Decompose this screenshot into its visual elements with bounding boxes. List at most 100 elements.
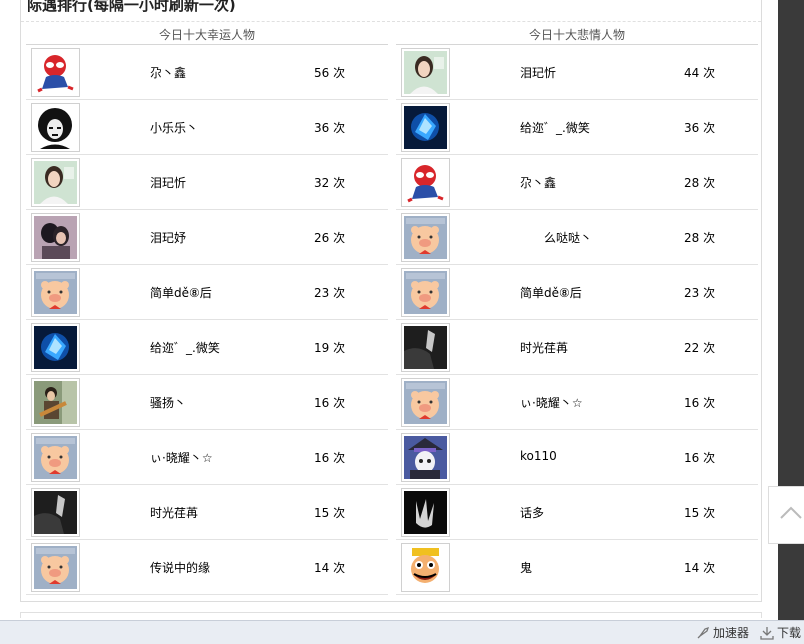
- list-item: ぃ·晓耀丶☆ 16 次: [396, 375, 758, 430]
- encounter-count: 14 次: [314, 561, 346, 575]
- user-name-link[interactable]: 简单dě⑧后: [520, 284, 582, 301]
- encounter-count: 22 次: [684, 341, 716, 355]
- guitar-boy-avatar-icon-image: [34, 381, 77, 424]
- sad-column: 今日十大悲情人物 泪玘忻 44 次给迩゛_.微笑 36 次尕丶鑫 28 次么哒哒丶 28…: [396, 25, 758, 595]
- encounter-count: 15 次: [684, 506, 716, 520]
- cartoon-pig-avatar-icon[interactable]: [31, 433, 80, 482]
- accelerator-label: 加速器: [713, 626, 750, 640]
- ranking-panel: 际遇排行(每隔一小时刷新一次) 今日十大幸运人物 尕丶鑫 56 次小乐乐丶 36 次…: [20, 0, 762, 602]
- girl-photo-avatar-icon[interactable]: [401, 48, 450, 97]
- user-name-link[interactable]: 小乐乐丶: [150, 119, 198, 136]
- dark-photo-avatar-icon[interactable]: [401, 323, 450, 372]
- encounter-count: 36 次: [684, 121, 716, 135]
- user-name-link[interactable]: 话多: [520, 504, 544, 521]
- user-name-link[interactable]: 么哒哒丶: [544, 229, 592, 246]
- list-item: 传说中的缘 14 次: [26, 540, 388, 595]
- anime-hat-avatar-icon[interactable]: [401, 433, 450, 482]
- user-name-link[interactable]: 传说中的缘: [150, 559, 210, 576]
- dark-photo-avatar-icon-image: [404, 326, 447, 369]
- encounter-count: 19 次: [314, 341, 346, 355]
- list-item: 尕丶鑫 28 次: [396, 155, 758, 210]
- couple-photo-avatar-icon-image: [34, 216, 77, 259]
- cartoon-face-avatar-icon[interactable]: [401, 543, 450, 592]
- cartoon-pig-avatar-icon[interactable]: [401, 268, 450, 317]
- browser-statusbar: 加速器 下载: [0, 620, 804, 644]
- guitar-boy-avatar-icon[interactable]: [31, 378, 80, 427]
- user-name-link[interactable]: 鬼: [520, 559, 532, 576]
- list-item: ぃ·晓耀丶☆ 16 次: [26, 430, 388, 485]
- list-item: 鬼 14 次: [396, 540, 758, 595]
- blue-crystal-avatar-icon[interactable]: [31, 323, 80, 372]
- user-name-link[interactable]: 给迩゛_.微笑: [150, 339, 220, 356]
- page-title: 际遇排行(每隔一小时刷新一次): [27, 0, 236, 14]
- encounter-count: 23 次: [684, 286, 716, 300]
- cartoon-pig-avatar-icon-image: [34, 546, 77, 589]
- list-item: 骚扬丶 16 次: [26, 375, 388, 430]
- sad-header: 今日十大悲情人物: [396, 25, 758, 45]
- next-panel-edge: [20, 612, 762, 618]
- user-name-link[interactable]: 时光荏苒: [150, 504, 198, 521]
- user-name-link[interactable]: 泪玘忻: [520, 64, 556, 81]
- couple-photo-avatar-icon[interactable]: [31, 213, 80, 262]
- user-name-link[interactable]: 泪玘妤: [150, 229, 186, 246]
- cartoon-pig-avatar-icon[interactable]: [401, 213, 450, 262]
- user-name-link[interactable]: 时光荏苒: [520, 339, 568, 356]
- encounter-count: 36 次: [314, 121, 346, 135]
- cartoon-pig-avatar-icon[interactable]: [401, 378, 450, 427]
- user-name-link[interactable]: ko110: [520, 449, 557, 463]
- user-name-link[interactable]: 尕丶鑫: [520, 174, 556, 191]
- list-item: 给迩゛_.微笑 36 次: [396, 100, 758, 155]
- lucky-list: 尕丶鑫 56 次小乐乐丶 36 次泪玘忻 32 次泪玘妤 26 次简单dě⑧后 23 次给…: [26, 45, 388, 595]
- dark-photo-avatar-icon[interactable]: [31, 488, 80, 537]
- sad-list: 泪玘忻 44 次给迩゛_.微笑 36 次尕丶鑫 28 次么哒哒丶 28 次简单dě⑧后 2…: [396, 45, 758, 595]
- anime-hat-avatar-icon-image: [404, 436, 447, 479]
- list-item: 泪玘忻 44 次: [396, 45, 758, 100]
- lucky-column: 今日十大幸运人物 尕丶鑫 56 次小乐乐丶 36 次泪玘忻 32 次泪玘妤 26 次简单…: [26, 25, 388, 595]
- encounter-count: 16 次: [684, 396, 716, 410]
- cartoon-pig-avatar-icon[interactable]: [31, 268, 80, 317]
- page: 际遇排行(每隔一小时刷新一次) 今日十大幸运人物 尕丶鑫 56 次小乐乐丶 36 次…: [0, 0, 804, 644]
- encounter-count: 15 次: [314, 506, 346, 520]
- user-name-link[interactable]: 骚扬丶: [150, 394, 186, 411]
- list-item: 尕丶鑫 56 次: [26, 45, 388, 100]
- user-name-link[interactable]: 泪玘忻: [150, 174, 186, 191]
- cartoon-pig-avatar-icon[interactable]: [31, 543, 80, 592]
- encounter-count: 14 次: [684, 561, 716, 575]
- dark-hand-avatar-icon-image: [404, 491, 447, 534]
- afro-portrait-avatar-icon[interactable]: [31, 103, 80, 152]
- girl-photo-avatar-icon-image: [404, 51, 447, 94]
- user-name-link[interactable]: 尕丶鑫: [150, 64, 186, 81]
- list-item: ko110 16 次: [396, 430, 758, 485]
- title-divider: [21, 21, 761, 22]
- user-name-link[interactable]: 给迩゛_.微笑: [520, 119, 590, 136]
- afro-portrait-avatar-icon-image: [34, 106, 77, 149]
- encounter-count: 28 次: [684, 176, 716, 190]
- accelerator-button[interactable]: 加速器: [696, 624, 749, 641]
- cartoon-pig-avatar-icon-image: [34, 436, 77, 479]
- list-item: 小乐乐丶 36 次: [26, 100, 388, 155]
- list-item: 简单dě⑧后 23 次: [396, 265, 758, 320]
- spiderman-avatar-icon-image: [404, 161, 447, 204]
- lucky-header: 今日十大幸运人物: [26, 25, 388, 45]
- list-item: 简单dě⑧后 23 次: [26, 265, 388, 320]
- list-item: 么哒哒丶 28 次: [396, 210, 758, 265]
- download-button[interactable]: 下载: [760, 624, 801, 641]
- girl-photo-avatar-icon-image: [34, 161, 77, 204]
- girl-photo-avatar-icon[interactable]: [31, 158, 80, 207]
- encounter-count: 26 次: [314, 231, 346, 245]
- user-name-link[interactable]: 简单dě⑧后: [150, 284, 212, 301]
- blue-crystal-avatar-icon[interactable]: [401, 103, 450, 152]
- encounter-count: 16 次: [314, 451, 346, 465]
- spiderman-avatar-icon[interactable]: [31, 48, 80, 97]
- encounter-count: 44 次: [684, 66, 716, 80]
- chevron-up-icon: [780, 506, 802, 519]
- user-name-link[interactable]: ぃ·晓耀丶☆: [150, 449, 213, 466]
- spiderman-avatar-icon[interactable]: [401, 158, 450, 207]
- user-name-link[interactable]: ぃ·晓耀丶☆: [520, 394, 583, 411]
- dark-photo-avatar-icon-image: [34, 491, 77, 534]
- back-to-top-button[interactable]: [768, 486, 804, 544]
- list-item: 话多 15 次: [396, 485, 758, 540]
- dark-hand-avatar-icon[interactable]: [401, 488, 450, 537]
- cartoon-pig-avatar-icon-image: [34, 271, 77, 314]
- download-label: 下载: [777, 626, 802, 640]
